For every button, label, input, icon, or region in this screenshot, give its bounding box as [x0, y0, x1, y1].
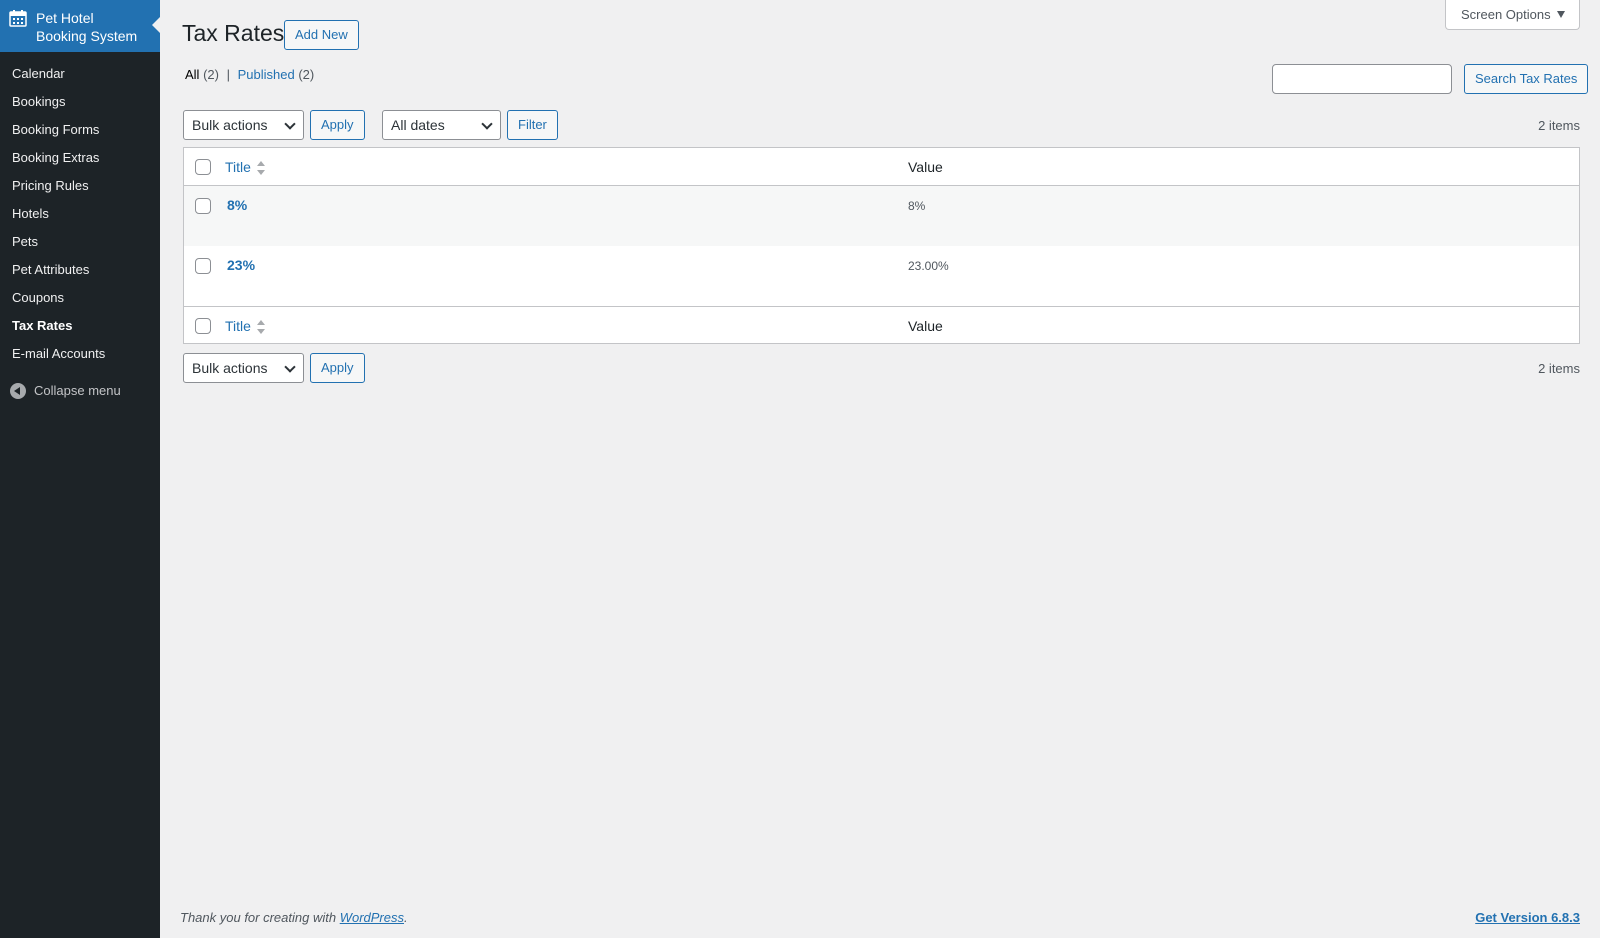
- chevron-down-icon: [284, 361, 296, 373]
- brand-line-2: Booking System: [36, 28, 138, 44]
- row-value: 8%: [908, 199, 926, 213]
- screen-options-button[interactable]: Screen Options: [1445, 0, 1580, 30]
- sidebar-item-booking-forms[interactable]: Booking Forms: [0, 116, 160, 144]
- row-checkbox[interactable]: [195, 198, 211, 214]
- get-version-link[interactable]: Get Version 6.8.3: [1475, 910, 1580, 925]
- bulk-actions-select-top[interactable]: Bulk actions: [183, 110, 304, 140]
- footer-thanks-suffix: .: [404, 910, 408, 925]
- view-all-label: All: [185, 67, 200, 82]
- value-column-header: Value: [908, 159, 943, 175]
- footer-thanks: Thank you for creating with WordPress.: [180, 910, 408, 925]
- search-input[interactable]: [1272, 64, 1452, 94]
- wordpress-link[interactable]: WordPress: [340, 910, 404, 925]
- footer-thanks-prefix: Thank you for creating with: [180, 910, 340, 925]
- dates-filter-value: All dates: [391, 117, 445, 133]
- apply-button-top[interactable]: Apply: [310, 110, 365, 140]
- title-column-footer[interactable]: Title: [225, 318, 251, 334]
- sidebar-item-email-accounts[interactable]: E-mail Accounts: [0, 340, 160, 368]
- collapse-arrow-icon: [10, 383, 26, 399]
- sidebar-item-calendar[interactable]: Calendar: [0, 60, 160, 88]
- sidebar-item-booking-extras[interactable]: Booking Extras: [0, 144, 160, 172]
- collapse-menu-label: Collapse menu: [34, 383, 121, 398]
- sidebar-item-tax-rates[interactable]: Tax Rates: [0, 312, 160, 340]
- sort-icon: [257, 161, 265, 175]
- select-all-checkbox-bottom[interactable]: [195, 318, 211, 334]
- view-filters: All (2) | Published (2): [185, 67, 314, 82]
- view-separator: |: [226, 67, 230, 82]
- table-row: 23% 23.00%: [184, 246, 1579, 306]
- title-column-header[interactable]: Title: [225, 159, 251, 175]
- value-column-footer: Value: [908, 318, 943, 334]
- search-tax-rates-button[interactable]: Search Tax Rates: [1464, 64, 1589, 94]
- chevron-down-icon: [481, 118, 493, 130]
- items-count-top: 2 items: [1538, 118, 1580, 133]
- select-all-checkbox[interactable]: [195, 159, 211, 175]
- bulk-actions-select-bottom[interactable]: Bulk actions: [183, 353, 304, 383]
- tax-rates-table: Title Value 8% 8% 23% 23.00% Title Value: [183, 147, 1580, 344]
- filter-button[interactable]: Filter: [507, 110, 558, 140]
- sort-icon: [257, 320, 265, 334]
- sidebar-menu: Calendar Bookings Booking Forms Booking …: [0, 52, 160, 368]
- main-content: Screen Options Tax Rates Add New All (2)…: [160, 0, 1600, 938]
- view-published-count: (2): [298, 67, 315, 82]
- sidebar-item-pets[interactable]: Pets: [0, 228, 160, 256]
- view-all-link[interactable]: All (2): [185, 67, 219, 82]
- bulk-actions-value: Bulk actions: [192, 360, 268, 376]
- page-title: Tax Rates: [182, 20, 285, 46]
- apply-button-bottom[interactable]: Apply: [310, 353, 365, 383]
- sidebar-item-pet-attributes[interactable]: Pet Attributes: [0, 256, 160, 284]
- view-published-link[interactable]: Published (2): [238, 67, 315, 82]
- bulk-actions-value: Bulk actions: [192, 117, 268, 133]
- admin-sidebar: Pet Hotel Booking System Calendar Bookin…: [0, 0, 160, 938]
- sidebar-item-coupons[interactable]: Coupons: [0, 284, 160, 312]
- row-value: 23.00%: [908, 259, 949, 273]
- table-footer-row: Title Value: [184, 306, 1579, 343]
- collapse-menu-button[interactable]: Collapse menu: [0, 374, 160, 408]
- table-row: 8% 8%: [184, 186, 1579, 246]
- view-all-count: (2): [203, 67, 219, 82]
- table-header-row: Title Value: [184, 148, 1579, 186]
- add-new-button[interactable]: Add New: [284, 20, 359, 50]
- screen-options-label: Screen Options: [1461, 7, 1551, 22]
- caret-down-icon: [1557, 11, 1565, 18]
- sidebar-item-bookings[interactable]: Bookings: [0, 88, 160, 116]
- sidebar-item-pricing-rules[interactable]: Pricing Rules: [0, 172, 160, 200]
- calendar-icon: [9, 10, 27, 27]
- dates-filter-select[interactable]: All dates: [382, 110, 501, 140]
- brand-line-1: Pet Hotel: [36, 10, 94, 26]
- items-count-bottom: 2 items: [1538, 361, 1580, 376]
- row-title-link[interactable]: 23%: [227, 257, 255, 273]
- row-title-link[interactable]: 8%: [227, 197, 247, 213]
- sidebar-item-hotels[interactable]: Hotels: [0, 200, 160, 228]
- chevron-down-icon: [284, 118, 296, 130]
- view-published-label: Published: [237, 67, 295, 82]
- sidebar-brand[interactable]: Pet Hotel Booking System: [0, 0, 160, 52]
- row-checkbox[interactable]: [195, 258, 211, 274]
